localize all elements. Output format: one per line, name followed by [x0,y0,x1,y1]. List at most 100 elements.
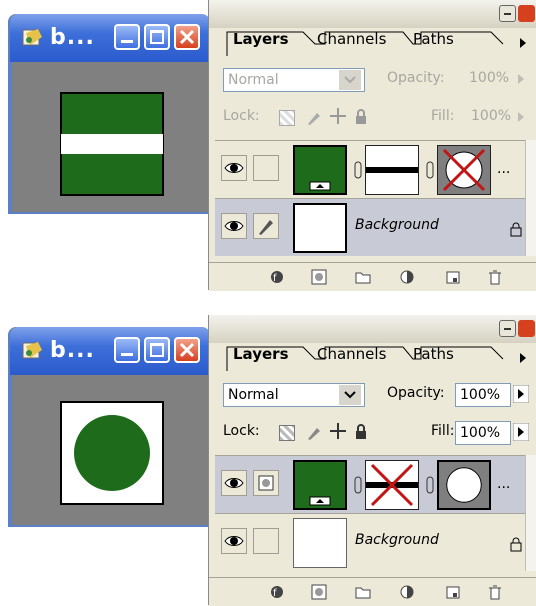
layer-mask-thumbnail[interactable] [437,460,491,510]
maximize-button[interactable] [144,24,170,50]
maximize-button[interactable] [144,337,170,363]
visibility-toggle[interactable] [221,213,247,239]
layer-row-background[interactable]: Background [215,513,531,571]
fill-label: Fill: [431,108,455,124]
chevron-down-icon[interactable] [339,385,361,405]
chain-link-icon [426,161,434,179]
tab-border [226,31,504,56]
panel-titlebar [209,315,536,343]
fill-value[interactable]: 100% [455,421,511,445]
new-group-icon[interactable] [355,269,371,285]
vector-mask-thumbnail[interactable] [365,460,419,510]
opacity-value[interactable]: 100% [455,383,511,407]
panel-close-button[interactable] [518,5,535,22]
vector-mask-thumbnail[interactable] [365,145,419,195]
opacity-label: Opacity: [387,385,445,401]
link-toggle[interactable] [253,470,279,496]
lock-icon [510,537,522,552]
panel-close-button[interactable] [518,320,535,337]
fill-slider-icon[interactable] [513,108,529,126]
disabled-mask-icon [366,463,418,507]
fill-slider-icon[interactable] [513,423,529,441]
lock-brush-icon[interactable] [305,108,323,126]
background-layer-name[interactable]: Background [355,217,439,233]
chain-link-icon [354,161,362,179]
panel-menu-icon[interactable] [517,36,529,50]
layer-mask-thumbnail[interactable] [437,145,491,195]
layer-row-background[interactable]: Background [215,198,531,256]
close-button[interactable] [174,337,200,363]
document-title: b... [50,338,95,363]
panel-menu-icon[interactable] [517,351,529,365]
visibility-toggle[interactable] [221,528,247,554]
chain-link-icon [354,476,362,494]
lock-move-icon[interactable] [329,422,347,440]
minimize-button[interactable] [114,24,140,50]
circle-mask-icon [446,467,482,503]
photoshop-doc-icon [22,29,42,46]
panel-bottom-bar: f [209,262,536,291]
add-mask-icon[interactable] [311,269,327,285]
background-thumbnail[interactable] [293,203,347,253]
eye-icon [224,478,244,488]
visibility-toggle[interactable] [221,470,247,496]
link-toggle[interactable] [253,155,279,181]
chevron-down-icon[interactable] [339,70,361,90]
panel-minimize-button[interactable] [499,320,516,337]
layer-row-shape[interactable]: ... [215,140,531,198]
background-thumbnail[interactable] [293,518,347,568]
lock-all-icon[interactable] [353,108,369,126]
maximize-icon [150,343,164,357]
opacity-value[interactable]: 100% [469,70,509,86]
new-group-icon[interactable] [355,584,371,600]
link-toggle[interactable] [253,528,279,554]
layers-scrollbar[interactable] [525,140,536,256]
eye-icon [224,163,244,173]
lock-icon [510,222,522,237]
opacity-label: Opacity: [387,70,445,86]
document-titlebar[interactable]: b... [10,327,210,375]
new-layer-icon[interactable] [445,584,461,600]
close-button[interactable] [174,24,200,50]
adjustment-layer-icon[interactable] [399,584,415,600]
canvas-area[interactable] [10,375,210,527]
lock-move-icon[interactable] [329,107,347,125]
layers-scrollbar[interactable] [525,455,536,571]
minimize-button[interactable] [114,337,140,363]
adjustment-layer-icon[interactable] [399,269,415,285]
layer-thumbnail[interactable] [293,460,347,510]
canvas-image [60,92,164,196]
layer-style-icon[interactable]: f [269,584,285,600]
lock-transparency-icon[interactable] [279,110,295,126]
panel-minimize-button[interactable] [499,5,516,22]
layer-style-icon[interactable]: f [269,269,285,285]
lock-all-icon[interactable] [353,423,369,441]
opacity-slider-icon[interactable] [513,385,529,403]
panel-bottom-bar: f [209,577,536,606]
fill-layer-icon [309,181,331,191]
visibility-toggle[interactable] [221,155,247,181]
eye-icon [224,536,244,546]
canvas-area[interactable] [10,62,210,214]
new-layer-icon[interactable] [445,269,461,285]
document-titlebar[interactable]: b... [10,14,210,62]
trash-icon[interactable] [487,584,503,600]
layers-panel-bottom: Layers Channels Paths Normal Opacity: 10… [208,315,536,606]
add-mask-icon[interactable] [311,584,327,600]
fill-layer-icon [309,496,331,506]
panel-titlebar [209,0,536,28]
layer-thumbnail[interactable] [293,145,347,195]
trash-icon[interactable] [487,269,503,285]
opacity-slider-icon[interactable] [513,70,529,88]
lock-brush-icon[interactable] [305,423,323,441]
lock-transparency-icon[interactable] [279,425,295,441]
svg-text:f: f [273,588,277,599]
photoshop-doc-icon [22,342,42,359]
link-toggle[interactable] [253,213,279,239]
layers-panel-top: Layers Channels Paths Normal Opacity: 10… [208,0,536,291]
layer-row-shape[interactable]: ... [215,455,531,513]
background-layer-name[interactable]: Background [355,532,439,548]
minimize-icon [121,40,133,43]
fill-label: Fill: [431,423,455,439]
fill-value[interactable]: 100% [471,108,511,124]
